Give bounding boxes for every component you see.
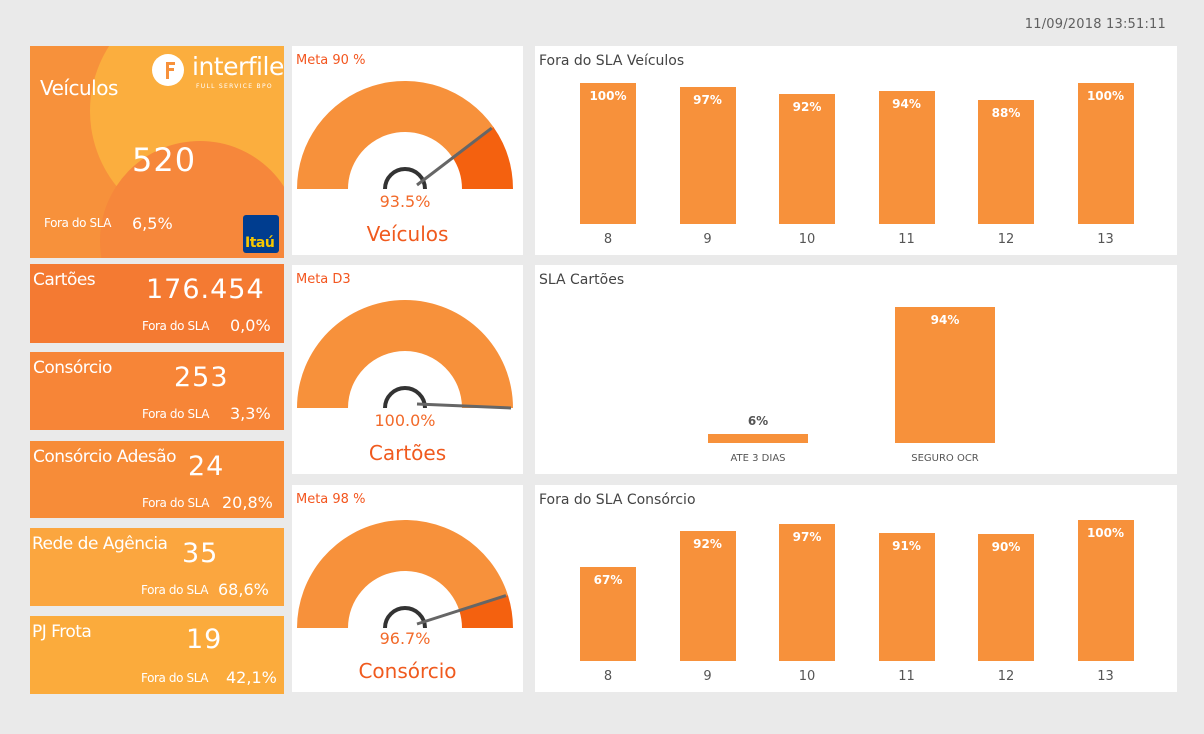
kpi-sla-label: Fora do SLA bbox=[142, 407, 210, 421]
chart-bar[interactable] bbox=[779, 524, 835, 661]
chart-category-label: 11 bbox=[898, 669, 915, 684]
kpi-sla-value: 42,1% bbox=[226, 668, 277, 687]
chart-category-label: 9 bbox=[703, 232, 712, 247]
gauge-fill bbox=[297, 300, 513, 408]
chart-title: Fora do SLA Veículos bbox=[539, 53, 685, 69]
chart-data-label: 100% bbox=[1086, 526, 1125, 540]
chart-category-label: 8 bbox=[603, 232, 613, 247]
chart-category-label: 13 bbox=[1097, 232, 1114, 247]
chart-data-label: 88% bbox=[991, 105, 1021, 120]
kpi-tile-veiculos[interactable]: interfile FULL SERVICE BPO Veículos 520 … bbox=[30, 46, 284, 258]
kpi-sla-value: 3,3% bbox=[230, 404, 271, 423]
kpi-sla-value: 68,6% bbox=[218, 580, 269, 599]
kpi-value: 24 bbox=[188, 451, 225, 482]
kpi-sla-label: Fora do SLA bbox=[44, 216, 112, 230]
chart-category-label: 8 bbox=[603, 669, 613, 684]
chart-category-label: 9 bbox=[703, 669, 712, 684]
gauge-value: 96.7% bbox=[379, 629, 431, 648]
kpi-sla-value: 6,5% bbox=[132, 214, 173, 233]
chart-sla-cartoes[interactable]: SLA Cartões 6% ATE 3 DIAS 94% SEGURO OCR bbox=[535, 265, 1177, 474]
chart-data-label: 97% bbox=[693, 93, 722, 108]
itau-logo-text: Itaú bbox=[245, 235, 275, 251]
timestamp: 11/09/2018 13:51:11 bbox=[1024, 17, 1166, 32]
kpi-label: Veículos bbox=[40, 76, 118, 100]
kpi-sla-label: Fora do SLA bbox=[141, 583, 209, 597]
chart-category-label: 11 bbox=[898, 232, 915, 247]
chart-title: Fora do SLA Consórcio bbox=[539, 492, 696, 508]
gauge-name: Consórcio bbox=[358, 659, 457, 683]
chart-data-label: 97% bbox=[792, 530, 822, 545]
kpi-label: Cartões bbox=[33, 270, 96, 290]
gauge-name: Cartões bbox=[368, 441, 447, 465]
kpi-value: 176.454 bbox=[146, 274, 265, 305]
gauge-hub bbox=[383, 606, 427, 629]
chart-category-label: 12 bbox=[997, 669, 1015, 684]
chart-data-label: 94% bbox=[930, 313, 960, 327]
chart-category-label: 10 bbox=[798, 232, 816, 247]
kpi-sla-value: 0,0% bbox=[230, 316, 271, 335]
gauge-card-veiculos[interactable]: Meta 90 % 93.5% Veículos bbox=[292, 46, 523, 255]
kpi-tile-pj-frota[interactable]: PJ Frota 19 Fora do SLA 42,1% bbox=[30, 616, 284, 694]
kpi-sla-value: 20,8% bbox=[222, 493, 273, 512]
chart-data-label: 91% bbox=[892, 538, 921, 553]
logo-tagline: FULL SERVICE BPO bbox=[196, 83, 273, 90]
kpi-label: Consórcio bbox=[33, 358, 112, 378]
chart-data-label: 100% bbox=[589, 89, 627, 103]
kpi-sla-label: Fora do SLA bbox=[142, 319, 210, 333]
kpi-value: 19 bbox=[186, 624, 223, 655]
chart-fora-sla-consorcio[interactable]: Fora do SLA Consórcio 67% 8 92% 9 97% 10 91% 11… bbox=[535, 485, 1177, 692]
chart-data-label: 92% bbox=[693, 537, 722, 552]
kpi-sla-label: Fora do SLA bbox=[142, 496, 210, 510]
kpi-tile-consorcio[interactable]: Consórcio 253 Fora do SLA 3,3% bbox=[30, 352, 284, 430]
kpi-label: Rede de Agência bbox=[32, 534, 168, 554]
chart-data-label: 100% bbox=[1086, 89, 1125, 103]
chart-bar[interactable] bbox=[580, 83, 636, 224]
gauge-value: 100.0% bbox=[374, 411, 436, 430]
gauge-hub bbox=[383, 167, 427, 190]
chart-category-label: 12 bbox=[997, 232, 1015, 247]
kpi-value: 253 bbox=[174, 362, 229, 393]
gauge-value: 93.5% bbox=[379, 192, 431, 211]
kpi-label: Consórcio Adesão bbox=[33, 447, 177, 467]
chart-category-label: SEGURO OCR bbox=[911, 453, 979, 464]
chart-data-label: 67% bbox=[593, 572, 623, 587]
gauge-card-cartoes[interactable]: Meta D3 100.0% Cartões bbox=[292, 265, 523, 474]
chart-bar[interactable] bbox=[895, 307, 995, 443]
kpi-tile-cartoes[interactable]: Cartões 176.454 Fora do SLA 0,0% bbox=[30, 264, 284, 343]
interfile-logo-icon bbox=[152, 54, 184, 86]
chart-bar[interactable] bbox=[1077, 83, 1134, 224]
gauge-name: Veículos bbox=[366, 222, 449, 246]
chart-bar[interactable] bbox=[679, 87, 736, 224]
kpi-value: 520 bbox=[132, 141, 197, 179]
chart-category-label: 13 bbox=[1097, 669, 1114, 684]
itau-logo: Itaú bbox=[243, 215, 279, 253]
chart-category-label: 10 bbox=[798, 669, 816, 684]
chart-data-label: 92% bbox=[792, 100, 822, 115]
logo-wordmark: interfile bbox=[192, 52, 284, 81]
kpi-label: PJ Frota bbox=[32, 622, 92, 642]
chart-fora-sla-veiculos[interactable]: Fora do SLA Veículos 100% 8 97% 9 92% 10 94% 11… bbox=[535, 46, 1177, 255]
chart-bar[interactable] bbox=[1077, 520, 1134, 661]
chart-bar[interactable] bbox=[708, 434, 808, 443]
chart-data-label: 6% bbox=[747, 414, 769, 429]
chart-title: SLA Cartões bbox=[539, 272, 625, 288]
gauge-card-consorcio[interactable]: Meta 98 % 96.7% Consórcio bbox=[292, 485, 523, 692]
chart-category-label: ATE 3 DIAS bbox=[730, 453, 786, 464]
kpi-tile-rede-agencia[interactable]: Rede de Agência 35 Fora do SLA 68,6% bbox=[30, 528, 284, 606]
kpi-value: 35 bbox=[182, 538, 219, 569]
chart-data-label: 90% bbox=[991, 540, 1021, 555]
kpi-tile-consorcio-adesao[interactable]: Consórcio Adesão 24 Fora do SLA 20,8% bbox=[30, 441, 284, 518]
chart-data-label: 94% bbox=[892, 97, 921, 112]
kpi-sla-label: Fora do SLA bbox=[141, 671, 209, 685]
